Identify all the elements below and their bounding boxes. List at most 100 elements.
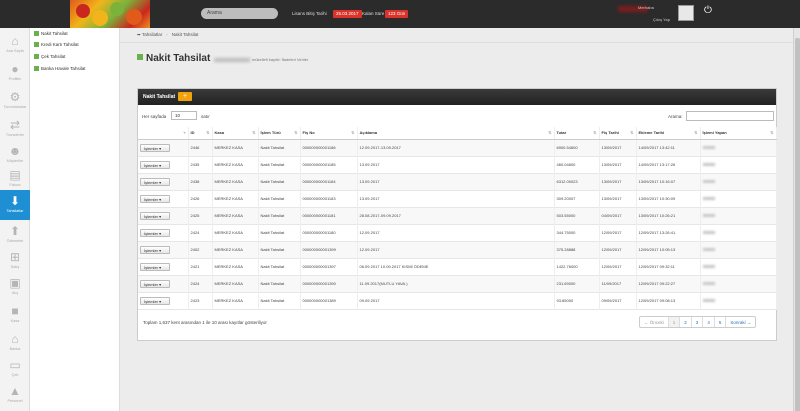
cell-tur: Nakit Tahsilat [258, 207, 301, 224]
sort-icon: ⇅ [252, 130, 256, 135]
nav-alis[interactable]: ▣ Alış [0, 272, 30, 302]
cell-kasa: MERKEZ KASA [212, 275, 259, 292]
page-button[interactable]: 4 [703, 317, 715, 327]
column-header[interactable]: ▾ [138, 127, 189, 140]
column-header[interactable]: Açıklama ⇅ [357, 127, 555, 140]
column-header[interactable]: Fiş No ⇅ [300, 127, 358, 140]
cell-id: 2421 [188, 258, 213, 275]
cell-tutar: 344.75000 [554, 224, 600, 241]
action-cell: İşlemler ▾ [138, 190, 189, 207]
power-icon[interactable]: ⏻ [700, 3, 716, 19]
cell-fis: 000000000001399 [300, 241, 358, 258]
remaining-label: Kalan Süre [362, 11, 385, 16]
nav-ana-sayfa[interactable]: ⌂ Ana Sayfa [0, 30, 30, 60]
page-button[interactable]: 2 [680, 317, 692, 327]
nav-kasa[interactable]: ■ Kasa [0, 300, 30, 330]
actions-dropdown-button[interactable]: İşlemler ▾ [140, 177, 170, 186]
actions-dropdown-button[interactable]: İşlemler ▾ [140, 194, 170, 203]
breadcrumb-arrow-icon: ➥ [137, 32, 141, 37]
submenu-kredi-karti[interactable]: Kredi Kartı Tahsilat [34, 42, 79, 48]
action-cell: İşlemler ▾ [138, 292, 189, 309]
cell-tutar: 309.20007 [554, 190, 600, 207]
cell-fis: 000000000001389 [300, 292, 358, 309]
breadcrumb-item[interactable]: Tahsilatlar [142, 32, 162, 37]
cell-tur: Nakit Tahsilat [258, 224, 301, 241]
actions-dropdown-button[interactable]: İşlemler ▾ [140, 160, 170, 169]
length-prefix: Her sayfada [142, 114, 167, 119]
redacted-text [702, 214, 715, 217]
page-button[interactable]: 5 [715, 317, 727, 327]
submenu-nakit-tahsilat[interactable]: Nakit Tahsilat [34, 31, 68, 37]
page-button[interactable]: 1 [668, 317, 681, 327]
column-header[interactable]: Kasa ⇅ [212, 127, 259, 140]
submenu-banka-havale[interactable]: Banka Havale Tahsilat [34, 66, 85, 72]
cell-aciklama: 11.09.2017(MUTLU YAVA.) [357, 275, 555, 292]
logout-link[interactable]: Çıkış Yap [653, 17, 670, 22]
action-cell: İşlemler ▾ [138, 173, 189, 190]
invoice-icon: ▤ [9, 168, 21, 182]
cell-aciklama: 12.09.2017 [357, 224, 555, 241]
breadcrumb-item[interactable]: Nakit Tahsilat [172, 32, 199, 37]
nav-profilim[interactable]: ● Profilim [0, 58, 30, 88]
license-date-badge: 25.03.2017 [333, 10, 362, 18]
column-header[interactable]: Tutar ⇅ [554, 127, 600, 140]
action-cell: İşlemler ▾ [138, 224, 189, 241]
actions-dropdown-button[interactable]: İşlemler ▾ [140, 279, 170, 288]
cell-islemi-yapan [700, 139, 777, 156]
cell-id: 2402 [188, 241, 213, 258]
cell-ekleme: 12/09/2017 09:08:13 [636, 292, 701, 309]
cell-tutar: 231.69000 [554, 275, 600, 292]
length-suffix: satır [201, 114, 210, 119]
cell-ekleme: 13/09/2017 10:30:09 [636, 190, 701, 207]
column-header[interactable]: İşlem Türü ⇅ [258, 127, 301, 140]
cell-tur: Nakit Tahsilat [258, 258, 301, 275]
cell-fis_tarihi: 13/09/2017 [599, 156, 637, 173]
cell-tur: Nakit Tahsilat [258, 173, 301, 190]
column-header[interactable]: ID ⇅ [188, 127, 213, 140]
actions-dropdown-button[interactable]: İşlemler ▾ [140, 245, 170, 254]
submenu-cek-tahsilat[interactable]: Çek Tahsilat [34, 54, 65, 60]
sort-icon: ⇅ [593, 130, 597, 135]
actions-dropdown-button[interactable]: İşlemler ▾ [140, 143, 170, 152]
nav-tahsilatlar[interactable]: ⬇ Tahsilatlar [0, 190, 30, 220]
cell-ekleme: 13/09/2017 10:16:07 [636, 173, 701, 190]
redacted-text [702, 265, 715, 268]
cell-fis_tarihi: 09/09/2017 [599, 292, 637, 309]
table-row: İşlemler ▾ 2425 MERKEZ KASA Nakit Tahsilat 0… [138, 207, 777, 224]
upload-icon: ⬆ [9, 224, 21, 238]
column-header[interactable]: Ekleme Tarihi ⇅ [636, 127, 701, 140]
table-row: İşlemler ▾ 2424 MERKEZ KASA Nakit Tahsilat 0… [138, 275, 777, 292]
next-page-button[interactable]: Sonraki → [726, 317, 755, 327]
page-button[interactable]: 3 [692, 317, 704, 327]
page-scrollbar[interactable] [793, 28, 800, 411]
table-header-row: ▾ ID ⇅ Kasa ⇅ İşlem Türü ⇅ Fiş No ⇅ Açıklama… [138, 127, 777, 140]
table-search-input[interactable] [686, 111, 774, 121]
cell-fis_tarihi: 12/09/2017 [599, 241, 637, 258]
sort-icon: ▾ [183, 130, 186, 135]
nav-label: Ana Sayfa [6, 49, 24, 53]
page-title-icon [137, 54, 143, 60]
column-header[interactable]: Fiş Tarihi ⇅ [599, 127, 637, 140]
table-row: İşlemler ▾ 2435 MERKEZ KASA Nakit Tahsilat 0… [138, 156, 777, 173]
page-length-select[interactable]: 10 [171, 111, 197, 120]
action-cell: İşlemler ▾ [138, 156, 189, 173]
nav-label: Fatura [9, 183, 21, 187]
top-search-input[interactable]: Arama [201, 8, 278, 19]
actions-dropdown-button[interactable]: İşlemler ▾ [140, 211, 170, 220]
cell-kasa: MERKEZ KASA [212, 292, 259, 309]
actions-dropdown-button[interactable]: İşlemler ▾ [140, 262, 170, 271]
cell-aciklama: 28.08.2017-09.09.2017 [357, 207, 555, 224]
add-button[interactable]: + [178, 92, 192, 101]
actions-dropdown-button[interactable]: İşlemler ▾ [140, 228, 170, 237]
nav-tanimlamalar[interactable]: ⚙ Tanımlamalar [0, 86, 30, 116]
check-icon: ▭ [9, 358, 21, 372]
prev-page-button[interactable]: ← Önceki [640, 317, 669, 327]
actions-dropdown-button[interactable]: İşlemler ▾ [140, 296, 170, 305]
search-label: Arama: [668, 114, 683, 119]
avatar[interactable] [678, 5, 694, 21]
nav-personel[interactable]: ▲ Personel [0, 380, 30, 410]
scroll-thumb[interactable] [795, 38, 800, 411]
top-bar: Arama Lisans Bitiş Tarihi 25.03.2017 Kal… [0, 0, 800, 28]
menu-bullet-icon [34, 31, 39, 37]
column-header[interactable]: İşlemi Yapan ⇅ [700, 127, 777, 140]
